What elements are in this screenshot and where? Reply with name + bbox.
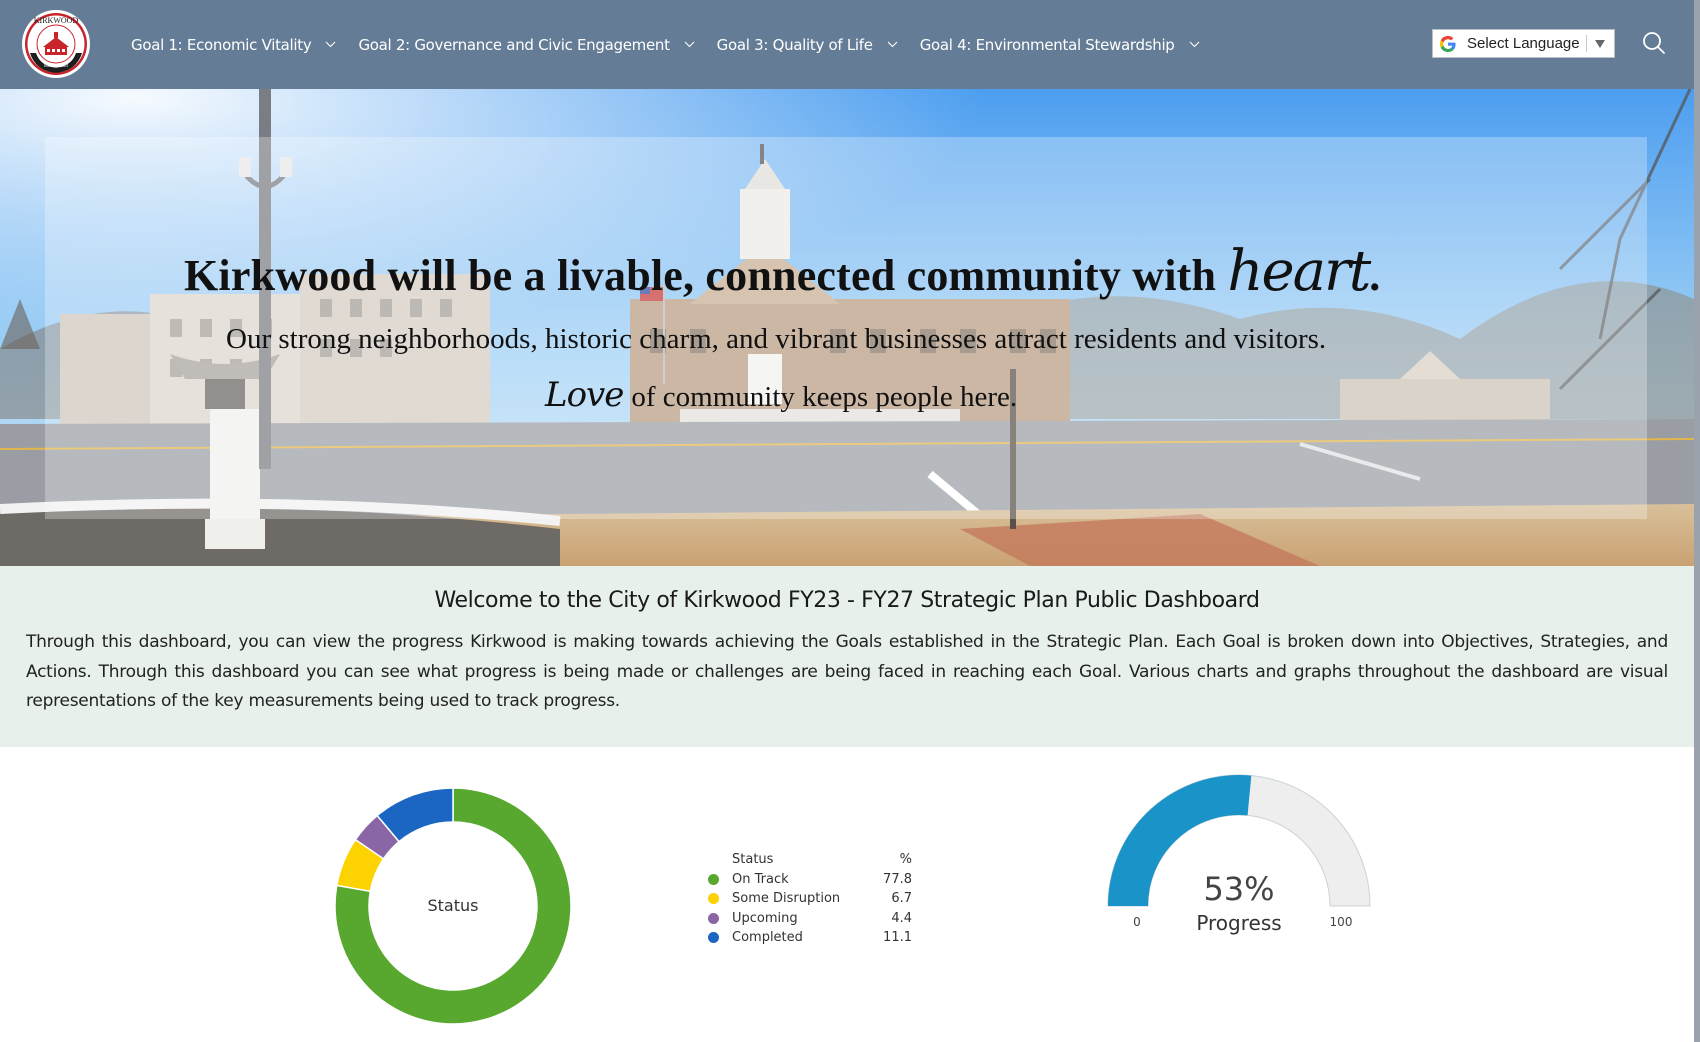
status-donut-chart: Status xyxy=(330,780,580,1030)
hero-subline-2: Love of community keeps people here. xyxy=(545,375,1017,415)
legend-label: Completed xyxy=(732,930,803,946)
hero-banner: Kirkwood will be a livable, connected co… xyxy=(0,89,1694,566)
legend-item-completed[interactable]: Completed 11.1 xyxy=(708,928,912,948)
nav-goal-2[interactable]: Goal 2: Governance and Civic Engagement xyxy=(358,35,695,54)
legend-label: On Track xyxy=(732,871,789,887)
hero-headline: Kirkwood will be a livable, connected co… xyxy=(184,239,1380,304)
progress-gauge-svg: 53% Progress 0 100 xyxy=(1107,774,1371,935)
site-header: KIRKWOOD EST. • 1853 Goal 1: Economic Vi… xyxy=(0,0,1694,89)
hero-headline-suffix: . xyxy=(1369,251,1381,300)
kirkwood-seal-logo[interactable]: KIRKWOOD EST. • 1853 xyxy=(21,9,91,79)
legend-header: Status % xyxy=(708,850,912,870)
legend-value: 11.1 xyxy=(883,930,912,946)
language-select-divider xyxy=(1585,35,1587,52)
language-select-label: Select Language xyxy=(1467,35,1580,52)
legend-header-percent: % xyxy=(899,852,912,868)
google-icon xyxy=(1440,35,1456,52)
page: KIRKWOOD EST. • 1853 Goal 1: Economic Vi… xyxy=(0,0,1694,1042)
page-scrollbar[interactable] xyxy=(1694,0,1700,1042)
gauge-value-label: 53% xyxy=(1203,870,1274,908)
chevron-down-icon xyxy=(326,41,336,48)
status-legend: Status % On Track 77.8 Some Disruption 6.7 U… xyxy=(708,850,912,948)
legend-header-status: Status xyxy=(732,852,774,868)
welcome-body: Through this dashboard, you can view the… xyxy=(26,632,1668,711)
nav-goal-4-label: Goal 4: Environmental Stewardship xyxy=(919,35,1175,54)
nav-goal-2-label: Goal 2: Governance and Civic Engagement xyxy=(358,35,670,54)
gauge-min-label: 0 xyxy=(1133,915,1141,929)
legend-swatch xyxy=(708,893,719,905)
chevron-down-icon xyxy=(684,41,695,48)
legend-item-upcoming[interactable]: Upcoming 4.4 xyxy=(708,909,912,929)
gauge-title: Progress xyxy=(1196,911,1281,935)
welcome-section: Welcome to the City of Kirkwood FY23 - F… xyxy=(0,566,1694,747)
hero-headline-script-word: heart xyxy=(1227,239,1371,304)
nav-goal-3-label: Goal 3: Quality of Life xyxy=(716,35,873,54)
legend-swatch xyxy=(708,873,719,885)
gauge-max-label: 100 xyxy=(1330,915,1353,929)
legend-swatch xyxy=(708,932,719,944)
legend-label: Upcoming xyxy=(732,910,798,926)
search-icon[interactable] xyxy=(1641,30,1667,56)
hero-subline-2-text: of community keeps people here. xyxy=(631,381,1018,413)
donut-center-label: Status xyxy=(428,896,479,915)
logo-text-bottom: EST. • 1853 xyxy=(44,64,69,69)
legend-value: 4.4 xyxy=(891,910,912,926)
legend-swatch xyxy=(708,912,719,924)
progress-gauge: 53% Progress 0 100 xyxy=(1100,770,1380,945)
nav-goal-3[interactable]: Goal 3: Quality of Life xyxy=(717,36,898,54)
language-select[interactable]: Select Language xyxy=(1432,29,1615,58)
hero-headline-prefix: Kirkwood will be a livable, connected co… xyxy=(184,251,1228,300)
chevron-down-icon xyxy=(1189,41,1199,48)
dropdown-arrow-icon xyxy=(1594,39,1605,48)
hero-text: Kirkwood will be a livable, connected co… xyxy=(0,89,1694,566)
legend-item-on-track[interactable]: On Track 77.8 xyxy=(708,870,912,890)
legend-label: Some Disruption xyxy=(732,891,841,907)
legend-value: 6.7 xyxy=(891,891,912,907)
hero-subline: Our strong neighborhoods, historic charm… xyxy=(226,323,1327,355)
nav-goal-1-label: Goal 1: Economic Vitality xyxy=(131,35,312,54)
main-nav: Goal 1: Economic Vitality Goal 2: Govern… xyxy=(131,0,1222,89)
logo-text-top: KIRKWOOD xyxy=(34,16,79,25)
legend-value: 77.8 xyxy=(883,871,912,887)
nav-goal-4[interactable]: Goal 4: Environmental Stewardship xyxy=(920,36,1200,54)
welcome-title: Welcome to the City of Kirkwood FY23 - F… xyxy=(434,588,1260,613)
legend-item-some-disruption[interactable]: Some Disruption 6.7 xyxy=(708,889,912,909)
chevron-down-icon xyxy=(887,41,898,48)
hero-subline-2-script-word: Love xyxy=(545,375,624,415)
status-donut-svg: Status xyxy=(334,787,572,1025)
nav-goal-1[interactable]: Goal 1: Economic Vitality xyxy=(131,36,336,54)
